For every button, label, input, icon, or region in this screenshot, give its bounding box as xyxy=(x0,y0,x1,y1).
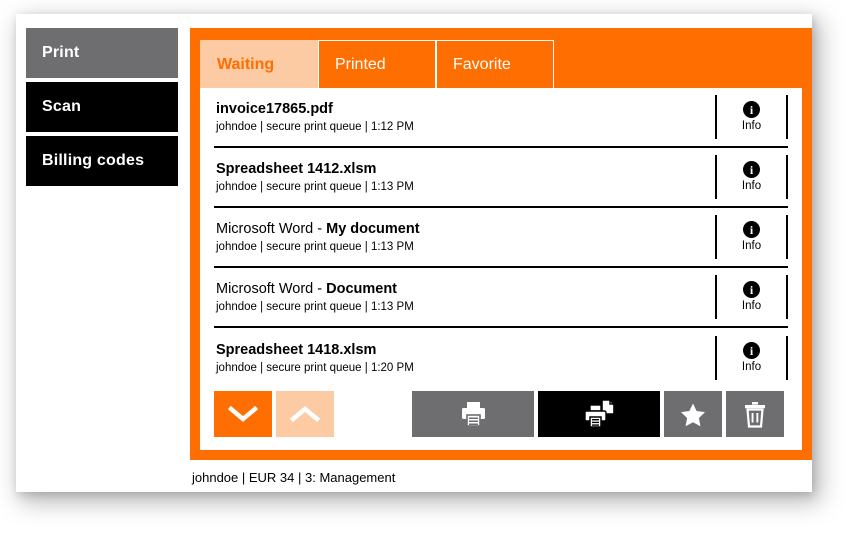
app-page: Print Scan Billing codes Waiting Printed… xyxy=(0,0,865,545)
info-button-label: Info xyxy=(741,180,762,192)
job-title: invoice17865.pdf xyxy=(216,100,715,119)
table-row[interactable]: Spreadsheet 1418.xlsm johndoe | secure p… xyxy=(214,328,788,388)
table-row[interactable]: invoice17865.pdf johndoe | secure print … xyxy=(214,88,788,148)
tab-bar: Waiting Printed Favorite xyxy=(200,40,554,88)
info-icon: i xyxy=(743,221,760,238)
content-card: invoice17865.pdf johndoe | secure print … xyxy=(200,88,802,450)
sidebar: Print Scan Billing codes xyxy=(26,28,178,428)
job-title-prefix: Microsoft Word - xyxy=(216,280,327,297)
scroll-down-button[interactable] xyxy=(214,391,272,437)
sidebar-item-billing-codes-label: Billing codes xyxy=(42,152,145,169)
job-text: Spreadsheet 1412.xlsm johndoe | secure p… xyxy=(214,160,715,195)
tab-favorite-label: Favorite xyxy=(453,55,511,73)
chevron-up-icon xyxy=(290,405,320,423)
info-button[interactable]: i Info xyxy=(715,215,788,259)
job-title: Microsoft Word - My document xyxy=(216,220,715,239)
job-title-main: My document xyxy=(326,220,420,237)
info-button-label: Info xyxy=(741,120,762,132)
info-button[interactable]: i Info xyxy=(715,336,788,380)
trash-icon xyxy=(743,401,767,428)
info-icon: i xyxy=(743,161,760,178)
table-row[interactable]: Microsoft Word - Document johndoe | secu… xyxy=(214,268,788,328)
job-meta: johndoe | secure print queue | 1:13 PM xyxy=(216,300,414,313)
star-icon xyxy=(680,402,706,427)
sidebar-item-print[interactable]: Print xyxy=(26,28,178,78)
info-button[interactable]: i Info xyxy=(715,95,788,139)
job-title-prefix: Microsoft Word - xyxy=(216,220,327,237)
table-row[interactable]: Microsoft Word - My document johndoe | s… xyxy=(214,208,788,268)
job-meta: johndoe | secure print queue | 1:13 PM xyxy=(216,180,414,193)
sidebar-item-scan-label: Scan xyxy=(42,98,82,115)
job-text: Microsoft Word - My document johndoe | s… xyxy=(214,220,715,255)
print-button[interactable] xyxy=(412,391,534,437)
sidebar-item-print-label: Print xyxy=(42,44,80,61)
job-meta: johndoe | secure print queue | 1:20 PM xyxy=(216,361,414,374)
job-title-main: invoice17865.pdf xyxy=(216,100,333,117)
info-icon: i xyxy=(743,342,760,359)
job-title-main: Document xyxy=(326,280,398,297)
job-meta: johndoe | secure print queue | 1:13 PM xyxy=(216,240,414,253)
tab-waiting-label: Waiting xyxy=(217,55,275,73)
info-button[interactable]: i Info xyxy=(715,275,788,319)
job-title: Microsoft Word - Document xyxy=(216,280,715,299)
printer-icon xyxy=(458,400,488,428)
job-title-main: Spreadsheet 1412.xlsm xyxy=(216,160,377,177)
scroll-up-button[interactable] xyxy=(276,391,334,437)
table-row[interactable]: Spreadsheet 1412.xlsm johndoe | secure p… xyxy=(214,148,788,208)
job-text: invoice17865.pdf johndoe | secure print … xyxy=(214,100,715,135)
job-title: Spreadsheet 1418.xlsm xyxy=(216,341,715,360)
printer-copy-icon xyxy=(582,399,616,429)
delete-button[interactable] xyxy=(726,391,784,437)
favorite-button[interactable] xyxy=(664,391,722,437)
app-window: Print Scan Billing codes Waiting Printed… xyxy=(16,14,812,492)
job-meta: johndoe | secure print queue | 1:12 PM xyxy=(216,120,414,133)
job-title-main: Spreadsheet 1418.xlsm xyxy=(216,341,377,358)
job-text: Spreadsheet 1418.xlsm johndoe | secure p… xyxy=(214,341,715,376)
print-job-list: invoice17865.pdf johndoe | secure print … xyxy=(200,88,802,388)
tab-printed[interactable]: Printed xyxy=(318,40,436,88)
tab-favorite[interactable]: Favorite xyxy=(436,40,554,88)
status-bar-text: johndoe | EUR 34 | 3: Management xyxy=(192,469,396,485)
info-button-label: Info xyxy=(741,361,762,373)
info-button-label: Info xyxy=(741,240,762,252)
info-icon: i xyxy=(743,101,760,118)
job-text: Microsoft Word - Document johndoe | secu… xyxy=(214,280,715,315)
chevron-down-icon xyxy=(228,405,258,423)
main-panel: Waiting Printed Favorite invoice17865.pd… xyxy=(190,28,812,460)
tab-printed-label: Printed xyxy=(335,55,386,73)
info-button[interactable]: i Info xyxy=(715,155,788,199)
action-toolbar xyxy=(214,390,788,438)
status-bar: johndoe | EUR 34 | 3: Management xyxy=(190,466,810,488)
job-title: Spreadsheet 1412.xlsm xyxy=(216,160,715,179)
info-button-label: Info xyxy=(741,300,762,312)
info-icon: i xyxy=(743,281,760,298)
tab-waiting[interactable]: Waiting xyxy=(200,40,318,88)
sidebar-item-billing-codes[interactable]: Billing codes xyxy=(26,136,178,186)
print-and-keep-button[interactable] xyxy=(538,391,660,437)
sidebar-item-scan[interactable]: Scan xyxy=(26,82,178,132)
